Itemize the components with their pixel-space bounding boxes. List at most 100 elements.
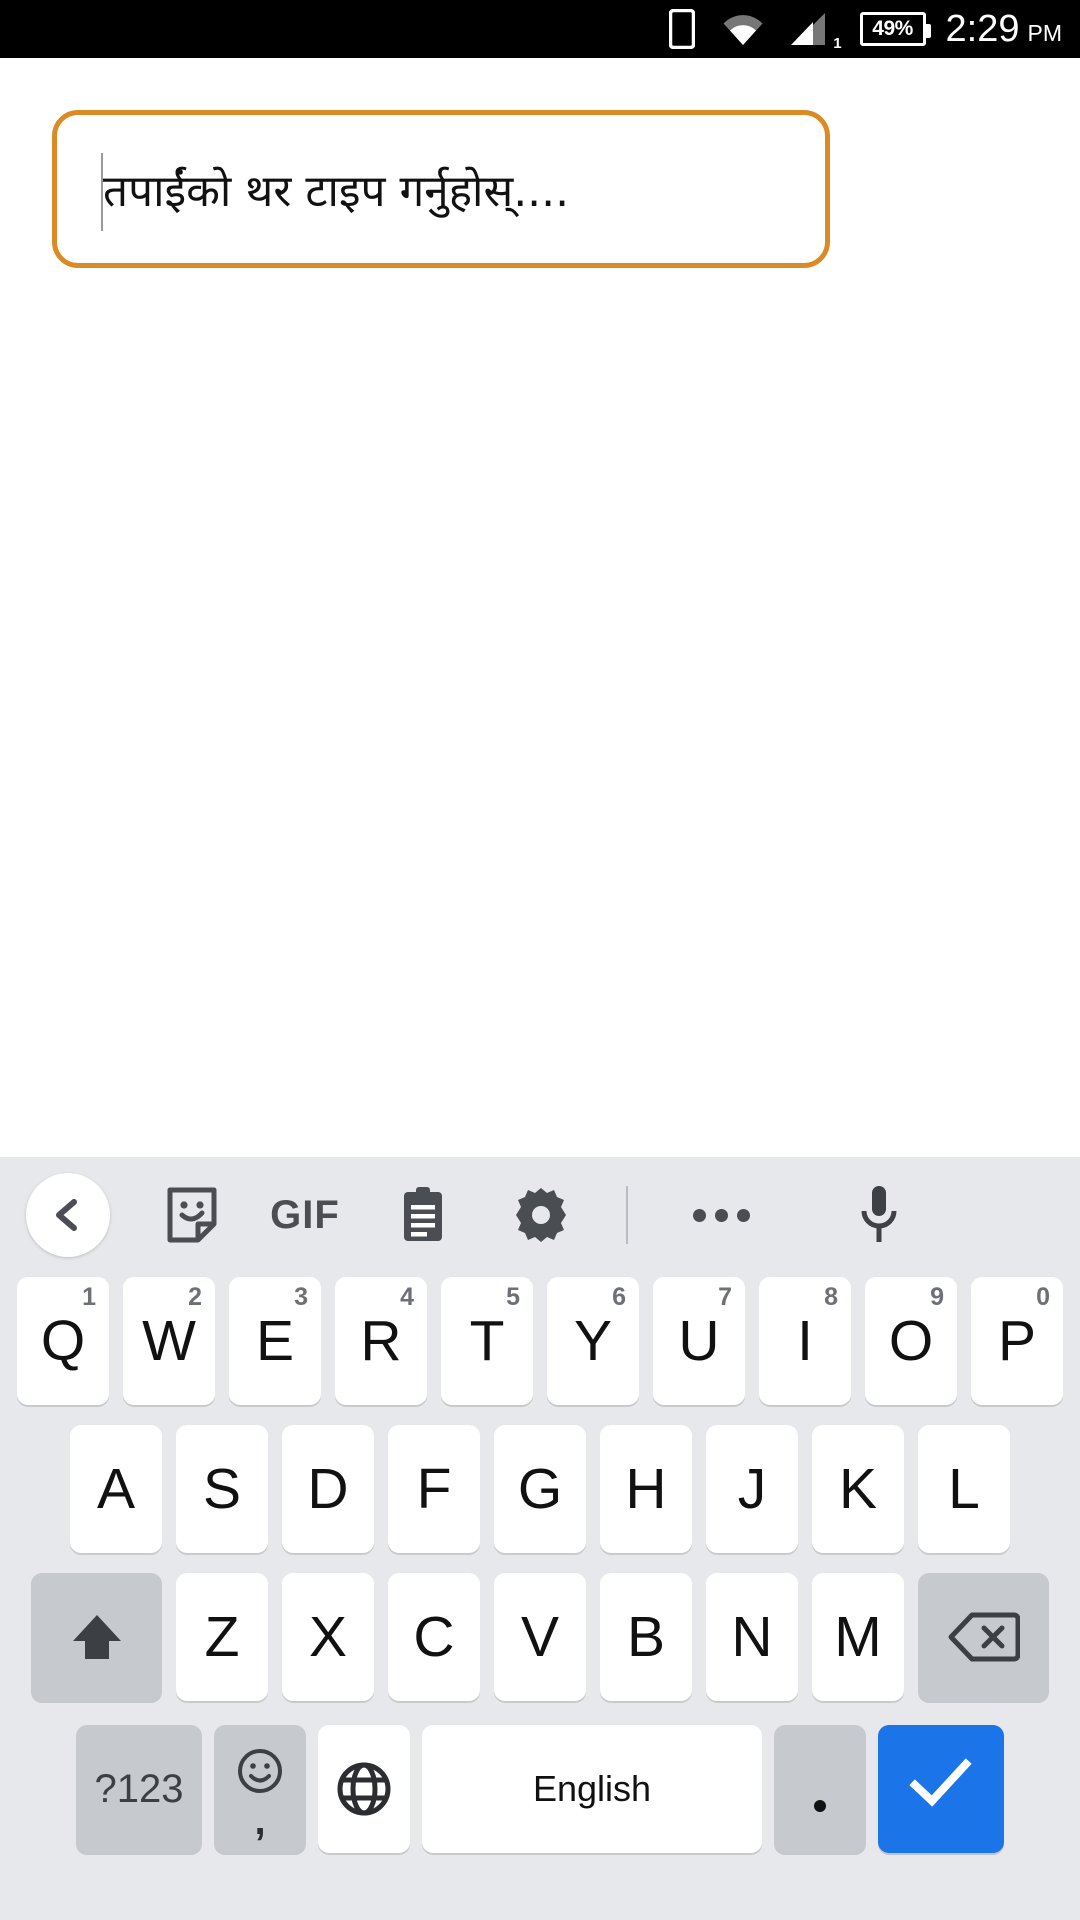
key-l[interactable]: L xyxy=(918,1425,1010,1553)
key-e-label: E xyxy=(255,1309,295,1373)
key-j[interactable]: J xyxy=(706,1425,798,1553)
on-screen-keyboard: GIF 1 Q 2 W 3 E 4 R 5 T 6 Y 7 U 8 I 9 O … xyxy=(0,1157,1080,1920)
settings-gear-icon[interactable] xyxy=(482,1173,600,1257)
key-j-label: J xyxy=(737,1457,767,1521)
surname-input-wrapper: तपाईंको थर टाइप गर्नुहोस्.... xyxy=(52,110,830,268)
key-b-label: B xyxy=(626,1605,666,1669)
key-u-number: 7 xyxy=(718,1283,732,1311)
key-o-label: O xyxy=(888,1309,934,1373)
phone-screen: 1 49% 2:29 PM तपाईंको थर टाइप गर्नुहोस्.… xyxy=(0,0,1080,1920)
key-i[interactable]: 8 I xyxy=(759,1277,851,1405)
wifi-icon xyxy=(721,12,765,46)
key-z-label: Z xyxy=(204,1605,240,1669)
check-icon xyxy=(909,1756,973,1822)
key-s-label: S xyxy=(202,1457,242,1521)
gif-label: GIF xyxy=(270,1192,340,1237)
key-x[interactable]: X xyxy=(282,1573,374,1701)
key-p-label: P xyxy=(997,1309,1037,1373)
surname-input-placeholder: तपाईंको थर टाइप गर्नुहोस्.... xyxy=(103,166,570,217)
key-u[interactable]: 7 U xyxy=(653,1277,745,1405)
backspace-icon[interactable] xyxy=(918,1573,1049,1701)
key-b[interactable]: B xyxy=(600,1573,692,1701)
key-w[interactable]: 2 W xyxy=(123,1277,215,1405)
key-c-label: C xyxy=(413,1605,455,1669)
key-k-label: K xyxy=(838,1457,878,1521)
key-m-label: M xyxy=(834,1605,882,1669)
space-key-label: English xyxy=(532,1768,652,1809)
key-o-number: 9 xyxy=(930,1283,944,1311)
key-l-label: L xyxy=(948,1457,980,1521)
key-n[interactable]: N xyxy=(706,1573,798,1701)
surname-input[interactable]: तपाईंको थर टाइप गर्नुहोस्.... xyxy=(52,110,830,268)
key-t-number: 5 xyxy=(506,1283,520,1311)
gif-icon[interactable]: GIF xyxy=(246,1173,364,1257)
battery-percent-label: 49% xyxy=(872,17,913,40)
key-d[interactable]: D xyxy=(282,1425,374,1553)
keyboard-row-3: Z X C V B N M xyxy=(0,1571,1080,1719)
more-dots xyxy=(692,1208,750,1222)
back-icon[interactable] xyxy=(26,1173,110,1257)
period-dot xyxy=(814,1800,826,1812)
battery-icon: 49% xyxy=(859,12,931,46)
key-k[interactable]: K xyxy=(812,1425,904,1553)
key-v-label: V xyxy=(520,1605,560,1669)
emoji-key[interactable]: , xyxy=(214,1725,306,1853)
key-z[interactable]: Z xyxy=(176,1573,268,1701)
key-h-label: H xyxy=(625,1457,667,1521)
key-m[interactable]: M xyxy=(812,1573,904,1701)
shift-icon[interactable] xyxy=(31,1573,162,1701)
key-p-number: 0 xyxy=(1036,1283,1050,1311)
keyboard-row-1: 1 Q 2 W 3 E 4 R 5 T 6 Y 7 U 8 I 9 O 0 P xyxy=(0,1273,1080,1423)
key-c[interactable]: C xyxy=(388,1573,480,1701)
clock-ampm: PM xyxy=(1027,19,1063,46)
symbols-key[interactable]: ?123 xyxy=(76,1725,202,1853)
keyboard-row-2: A S D F G H J K L xyxy=(0,1423,1080,1571)
key-e[interactable]: 3 E xyxy=(229,1277,321,1405)
key-u-label: U xyxy=(678,1309,720,1373)
more-options-icon[interactable] xyxy=(662,1173,780,1257)
clipboard-icon[interactable] xyxy=(364,1173,482,1257)
period-key[interactable] xyxy=(774,1725,866,1853)
key-o[interactable]: 9 O xyxy=(865,1277,957,1405)
key-r[interactable]: 4 R xyxy=(335,1277,427,1405)
sim-slot-label: 1 xyxy=(833,35,842,52)
sticker-icon[interactable] xyxy=(138,1173,246,1257)
enter-key[interactable] xyxy=(878,1725,1004,1853)
clock-time: 2:29 xyxy=(945,7,1020,50)
key-t-label: T xyxy=(469,1309,505,1373)
key-p[interactable]: 0 P xyxy=(971,1277,1063,1405)
key-e-number: 3 xyxy=(294,1283,308,1311)
key-n-label: N xyxy=(731,1605,773,1669)
key-h[interactable]: H xyxy=(600,1425,692,1553)
key-q-number: 1 xyxy=(82,1283,96,1311)
phone-icon xyxy=(669,9,696,49)
key-y-label: Y xyxy=(573,1309,613,1373)
key-t[interactable]: 5 T xyxy=(441,1277,533,1405)
status-bar: 1 49% 2:29 PM xyxy=(0,0,1080,58)
key-y-number: 6 xyxy=(612,1283,626,1311)
key-w-number: 2 xyxy=(188,1283,202,1311)
key-r-number: 4 xyxy=(400,1283,414,1311)
key-q[interactable]: 1 Q xyxy=(17,1277,109,1405)
key-r-label: R xyxy=(360,1309,402,1373)
symbols-key-label: ?123 xyxy=(94,1766,184,1811)
microphone-icon[interactable] xyxy=(820,1173,938,1257)
cellular-signal-icon xyxy=(787,12,827,46)
key-v[interactable]: V xyxy=(494,1573,586,1701)
toolbar-divider xyxy=(626,1186,628,1244)
key-a[interactable]: A xyxy=(70,1425,162,1553)
key-g-label: G xyxy=(517,1457,563,1521)
keyboard-rows: 1 Q 2 W 3 E 4 R 5 T 6 Y 7 U 8 I 9 O 0 P … xyxy=(0,1273,1080,1869)
space-key[interactable]: English xyxy=(422,1725,762,1853)
key-q-label: Q xyxy=(40,1309,86,1373)
keyboard-toolbar: GIF xyxy=(0,1157,1080,1273)
key-s[interactable]: S xyxy=(176,1425,268,1553)
status-bar-clock: 2:29 PM xyxy=(946,8,1062,51)
key-g[interactable]: G xyxy=(494,1425,586,1553)
key-d-label: D xyxy=(307,1457,349,1521)
globe-icon[interactable] xyxy=(318,1725,410,1853)
comma-label: , xyxy=(254,1799,266,1843)
key-w-label: W xyxy=(142,1309,196,1373)
key-y[interactable]: 6 Y xyxy=(547,1277,639,1405)
key-f[interactable]: F xyxy=(388,1425,480,1553)
